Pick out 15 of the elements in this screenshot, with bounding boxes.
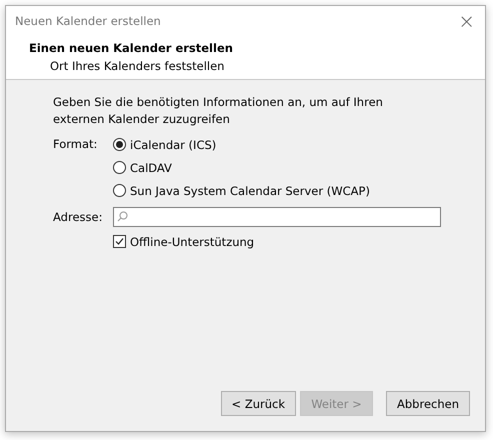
instructions-text: Geben Sie die benötigten Informationen an, um auf Ihren externen Kalender zuzugreifen [53,94,384,128]
radio-option[interactable]: CalDAV [113,156,370,179]
dialog-button[interactable]: < Zurück [220,391,296,416]
window-title: Neuen Kalender erstellen [15,14,161,28]
close-button[interactable]: × [458,11,475,31]
format-label: Format: [53,136,98,153]
radio-option[interactable]: Sun Java System Calendar Server (WCAP) [113,179,370,202]
dialog-button[interactable]: Abbrechen [386,391,470,416]
radio-option[interactable]: iCalendar (ICS) [113,133,370,156]
search-icon [117,211,128,222]
header-subtitle: Ort Ihres Kalenders feststellen [49,59,226,73]
address-label: Adresse: [53,210,104,224]
offline-checkbox[interactable]: Offline-Unterstützung [113,230,254,253]
header-title: Einen neuen Kalender erstellen [29,41,234,55]
address-field[interactable] [113,206,441,226]
